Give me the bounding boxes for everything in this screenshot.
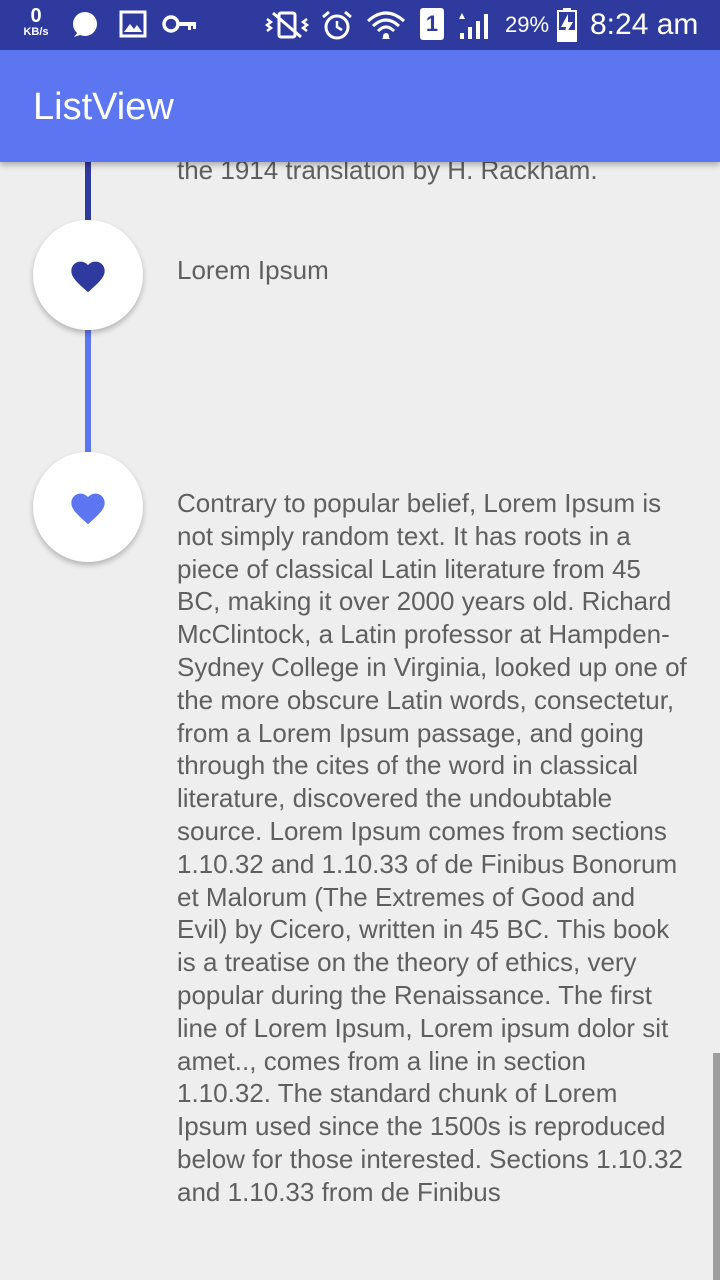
sim-icon: 1	[420, 8, 444, 40]
timeline-item-text: Lorem Ipsum	[177, 255, 329, 285]
network-speed-unit: KB/s	[23, 26, 49, 38]
chat-bubble-icon	[70, 9, 100, 44]
alarm-icon	[320, 9, 354, 46]
scrollbar[interactable]	[713, 1053, 720, 1280]
timeline-marker	[33, 220, 143, 330]
app-bar: ListView	[0, 50, 720, 162]
network-speed: 0 KB/s	[18, 6, 54, 38]
timeline-item-text: the 1914 translation by H. Rackham.	[177, 162, 598, 185]
timeline-connector	[85, 162, 91, 220]
timeline-list[interactable]: the 1914 translation by H. Rackham. Lore…	[0, 162, 720, 1280]
heart-icon	[71, 493, 105, 525]
wifi-icon	[366, 9, 406, 48]
key-icon	[162, 9, 198, 44]
timeline-marker	[33, 452, 143, 562]
heart-icon	[71, 261, 105, 293]
app-bar-title: ListView	[33, 86, 174, 128]
battery-charging-icon	[556, 8, 578, 47]
battery-percent: 29%	[505, 12, 550, 37]
timeline-item-text: Contrary to popular belief, Lorem Ipsum …	[177, 488, 687, 1207]
signal-icon	[458, 9, 494, 46]
clock: 8:24 am	[590, 8, 699, 41]
network-speed-value: 0	[30, 5, 42, 27]
image-icon	[118, 9, 148, 44]
status-bar: 0 KB/s 1 29% 8:24 am	[0, 0, 720, 50]
vibrate-icon	[263, 9, 311, 46]
timeline-connector	[85, 330, 91, 452]
